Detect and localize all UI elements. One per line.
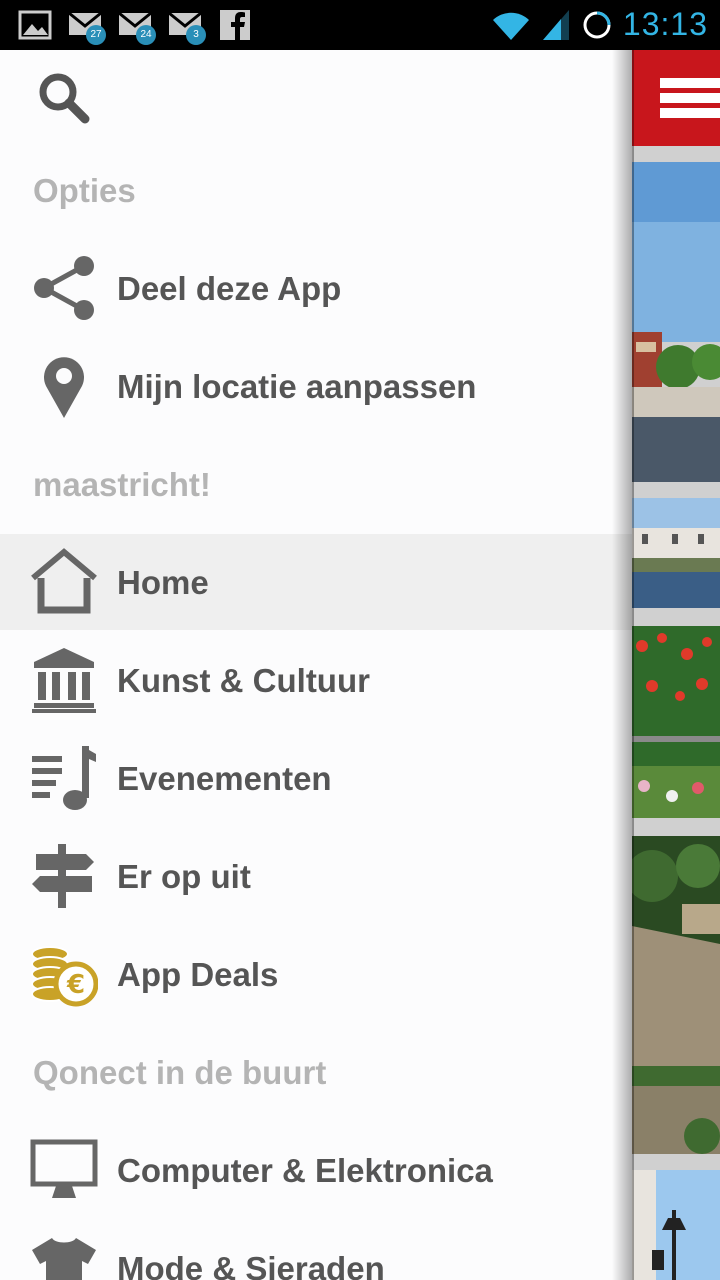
share-icon [30,254,98,322]
mail-notification-icon: 24 [118,8,156,45]
signpost-icon [30,842,98,910]
facebook-notification-icon [218,8,252,42]
menu-item-label: Computer & Elektronica [117,1152,493,1189]
mail-count-badge: 24 [136,25,156,45]
river-photo [632,498,720,608]
navigation-drawer: Opties Deel deze App Mijn locatie aanpas… [0,50,632,1280]
euro-coins-icon: € [30,940,98,1008]
photo-tile-square[interactable] [632,162,720,482]
image-notification-icon [18,8,52,42]
map-pin-icon [30,352,98,420]
section-header-options: Opties [33,172,136,209]
search-button[interactable] [36,70,92,126]
menu-item-location[interactable]: Mijn locatie aanpassen [0,338,632,434]
fortress-photo [632,836,720,1154]
tshirt-icon [30,1234,98,1280]
museum-icon [30,646,98,714]
mail-count-badge: 3 [186,25,206,45]
town-square-photo [632,162,720,482]
menu-item-label: Kunst & Cultuur [117,662,370,699]
menu-item-home[interactable]: Home [0,534,632,630]
sync-progress-icon [583,11,611,38]
mail-count-badge: 27 [86,25,106,45]
app-bar [632,50,720,146]
search-icon [39,73,90,124]
menu-item-label: Er op uit [117,858,251,895]
streetlamp-photo [632,1170,720,1280]
menu-item-share[interactable]: Deel deze App [0,240,632,336]
photo-tile-river[interactable] [632,498,720,608]
photo-tile-flowers[interactable] [632,626,720,818]
photo-tile-streetlamp[interactable] [632,1170,720,1280]
mail-notification-icon: 3 [168,8,206,45]
menu-item-outing[interactable]: Er op uit [0,828,632,924]
menu-toggle-button[interactable] [660,78,720,120]
section-header-nearby: Qonect in de buurt [33,1054,327,1091]
home-icon [30,548,98,616]
signal-icon [542,9,569,40]
menu-item-label: Home [117,564,209,601]
menu-item-computer-electronics[interactable]: Computer & Elektronica [0,1122,632,1218]
section-header-city: maastricht! [33,466,211,503]
wifi-icon [492,12,529,40]
menu-item-label: Evenementen [117,760,332,797]
photo-tile-fortress[interactable] [632,836,720,1154]
drawer-shadow [612,50,634,1280]
clock-time: 13:13 [622,6,708,42]
menu-item-label: Mode & Sieraden [117,1250,385,1280]
menu-item-label: Deel deze App [117,270,342,307]
system-icons: 13:13 [491,6,708,43]
monitor-icon [30,1136,98,1204]
menu-item-label: Mijn locatie aanpassen [117,368,477,405]
menu-item-app-deals[interactable]: € App Deals [0,926,632,1022]
svg-text:€: € [66,970,85,1000]
notification-icons: 27 24 3 [18,8,252,45]
music-list-icon [30,744,98,812]
main-content-peek [632,50,720,1280]
flowers-photo [632,626,720,818]
menu-item-events[interactable]: Evenementen [0,730,632,826]
menu-item-label: App Deals [117,956,279,993]
menu-item-fashion-jewelry[interactable]: Mode & Sieraden [0,1220,632,1280]
status-bar: 27 24 3 13:13 [0,0,720,50]
mail-notification-icon: 27 [68,8,106,45]
menu-item-art-culture[interactable]: Kunst & Cultuur [0,632,632,728]
